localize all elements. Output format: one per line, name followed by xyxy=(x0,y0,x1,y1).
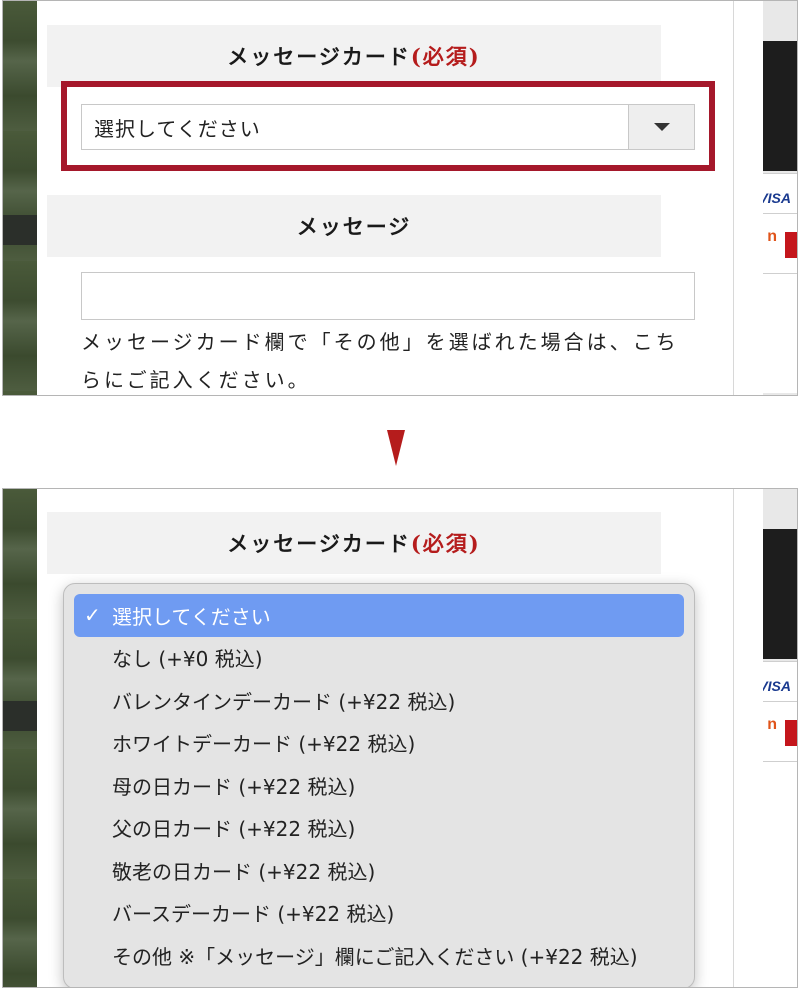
chevron-down-icon xyxy=(653,123,670,131)
dropdown-option[interactable]: その他 ※「メッセージ」欄にご記入ください (+¥22 税込) xyxy=(74,934,684,977)
background-page-right: VISA n xyxy=(758,489,797,987)
background-photo-left xyxy=(3,1,37,395)
dropdown-option[interactable]: バースデーカード (+¥22 税込) xyxy=(74,892,684,935)
message-input[interactable] xyxy=(81,272,695,320)
dropdown-option[interactable]: バレンタインデーカード (+¥22 税込) xyxy=(74,679,684,722)
dropdown-option[interactable]: 父の日カード (+¥22 税込) xyxy=(74,807,684,850)
select-arrow-button[interactable] xyxy=(628,105,694,149)
background-page-right: VISA n xyxy=(758,1,797,395)
top-screenshot-panel: VISA n メッセージカード (必須) 選択してください メッセージ メッセージ… xyxy=(2,0,798,396)
dropdown-option[interactable]: ホワイトデーカード (+¥22 税込) xyxy=(74,722,684,765)
bottom-screenshot-panel: VISA n メッセージカード (必須) ✓ 選択してください なし (+¥0 税… xyxy=(2,488,798,988)
message-note: メッセージカード欄で「その他」を選ばれた場合は、こちらにご記入ください。 xyxy=(81,330,679,392)
message-card-heading: メッセージカード (必須) xyxy=(47,25,661,87)
message-heading: メッセージ xyxy=(47,195,661,257)
message-card-select[interactable]: 選択してください xyxy=(81,104,695,150)
arrow-down-icon xyxy=(387,430,405,466)
checkmark-icon: ✓ xyxy=(84,603,101,628)
visa-logo: VISA xyxy=(758,190,791,206)
required-label: (必須) xyxy=(410,531,481,556)
message-card-heading: メッセージカード (必須) xyxy=(47,512,661,574)
dropdown-option[interactable]: ✓ 選択してください xyxy=(74,594,684,637)
required-label: (必須) xyxy=(410,44,481,69)
dropdown-option[interactable]: なし (+¥0 税込) xyxy=(74,637,684,680)
visa-logo: VISA xyxy=(758,678,791,694)
message-card-dropdown: ✓ 選択してください なし (+¥0 税込) バレンタインデーカード (+¥22… xyxy=(63,583,695,987)
background-photo-left xyxy=(3,489,37,987)
dropdown-option[interactable]: 敬老の日カード (+¥22 税込) xyxy=(74,849,684,892)
select-value: 選択してください xyxy=(94,116,261,141)
dropdown-option[interactable]: 母の日カード (+¥22 税込) xyxy=(74,764,684,807)
